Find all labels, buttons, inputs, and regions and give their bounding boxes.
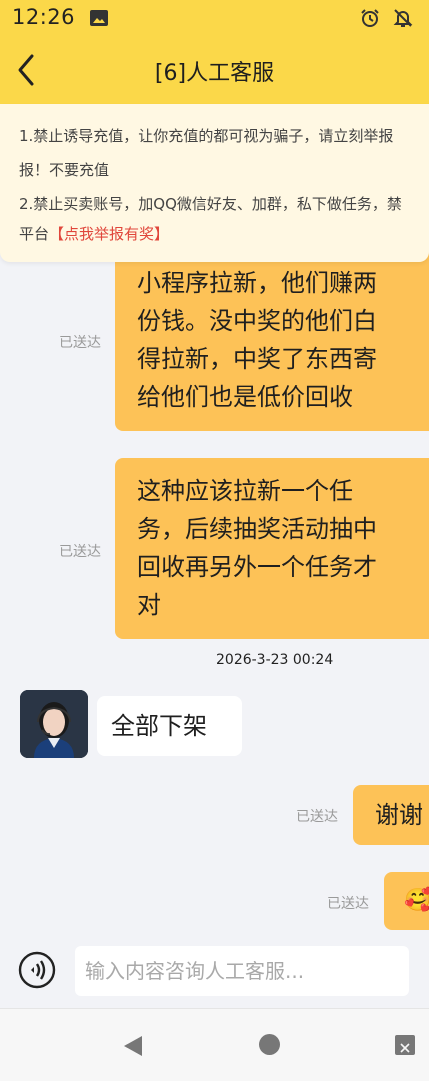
notice-platform-text: 平台 — [19, 225, 50, 243]
agent-avatar[interactable] — [20, 690, 88, 758]
header-bar: [6]人工客服 — [0, 36, 429, 104]
notifications-off-icon — [393, 9, 413, 27]
message-bubble-sent[interactable]: 小程序拉新，他们赚两 份钱。没中奖的他们白 得拉新，中奖了东西寄 给他们也是低价… — [115, 240, 429, 431]
emoji-sticker: 🥰 — [404, 888, 429, 913]
voice-input-icon[interactable] — [18, 951, 56, 989]
message-input[interactable] — [75, 946, 409, 996]
nav-back-icon[interactable] — [122, 1035, 144, 1057]
sent-status: 已送达 — [327, 896, 369, 912]
page-title: [6]人工客服 — [154, 61, 275, 86]
message-text: 这种应该拉新一个任 务，后续抽奖活动抽中 回收再另外一个任务才 对 — [137, 477, 377, 619]
message-date: 2026-3-23 00:24 — [216, 652, 334, 668]
agent-portrait-icon — [20, 690, 88, 758]
input-bar — [0, 940, 429, 1008]
notice-line-2: 报！不要充值 — [19, 161, 110, 179]
system-nav-bar — [0, 1008, 429, 1081]
nav-home-icon[interactable] — [259, 1034, 280, 1055]
nav-recent-apps-icon[interactable] — [394, 1034, 416, 1056]
sent-status: 已送达 — [59, 544, 101, 560]
notice-line-4: 平台【点我举报有奖】 — [19, 223, 169, 244]
message-text: 小程序拉新，他们赚两 份钱。没中奖的他们白 得拉新，中奖了东西寄 给他们也是低价… — [137, 269, 377, 411]
status-time: 12:26 — [12, 5, 76, 29]
warning-notice: 1.禁止诱导充值，让你充值的都可视为骗子，请立刻举报 报！不要充值 2.禁止买卖… — [0, 104, 429, 262]
gallery-icon — [90, 10, 108, 26]
message-bubble-sent[interactable]: 🥰 — [384, 872, 429, 930]
message-text: 谢谢 — [375, 801, 423, 829]
sent-status: 已送达 — [59, 335, 101, 351]
report-link[interactable]: 【点我举报有奖】 — [49, 225, 169, 243]
status-bar: 12:26 — [0, 0, 429, 36]
message-bubble-sent[interactable]: 这种应该拉新一个任 务，后续抽奖活动抽中 回收再另外一个任务才 对 — [115, 458, 429, 639]
message-bubble-sent[interactable]: 谢谢 — [353, 785, 429, 845]
notice-line-3: 2.禁止买卖账号，加QQ微信好友、加群，私下做任务，禁 — [19, 195, 402, 213]
sent-status: 已送达 — [296, 809, 338, 825]
message-bubble-received[interactable]: 全部下架 — [97, 696, 242, 756]
message-text: 全部下架 — [111, 712, 207, 740]
alarm-icon — [361, 9, 379, 27]
notice-line-1: 1.禁止诱导充值，让你充值的都可视为骗子，请立刻举报 — [19, 127, 394, 145]
